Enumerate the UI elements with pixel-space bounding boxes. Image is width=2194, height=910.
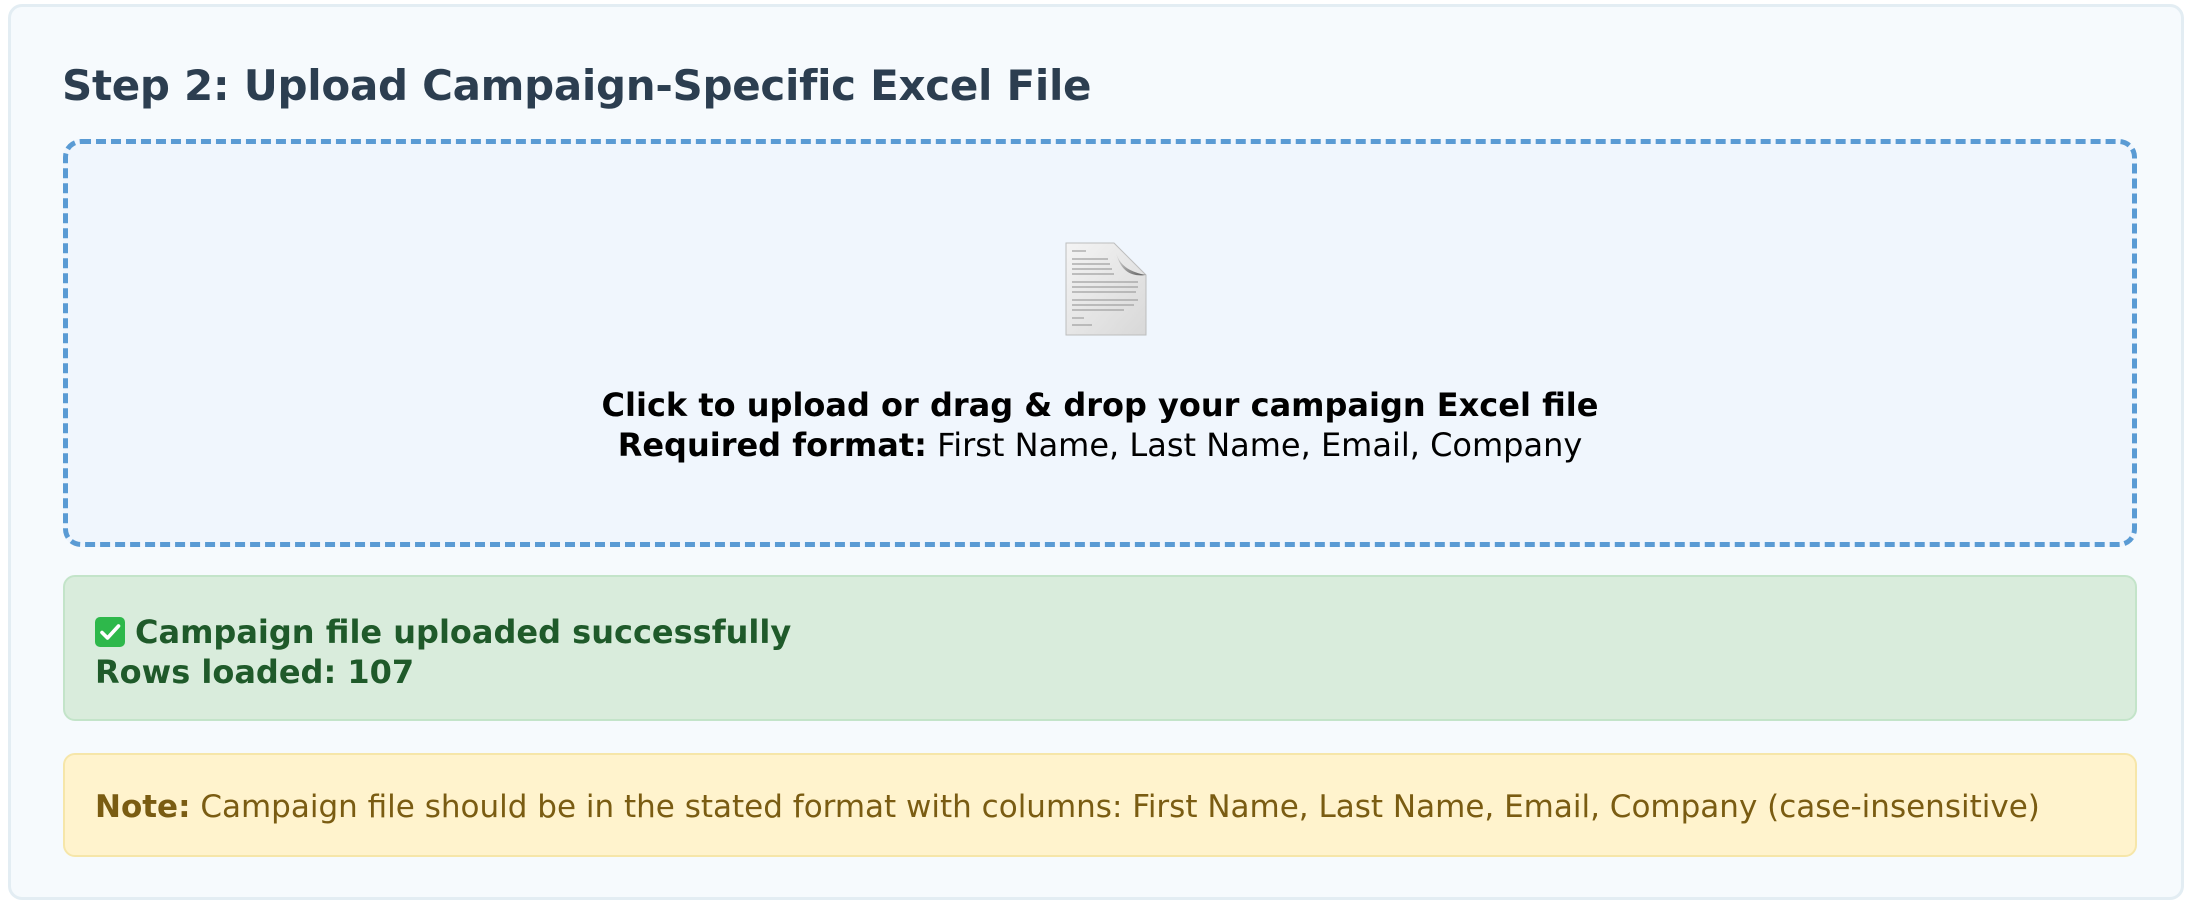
file-dropzone[interactable]: Click to upload or drag & drop your camp… (63, 139, 2137, 547)
success-message: Campaign file uploaded successfully (135, 613, 792, 651)
note-text: Note: Campaign file should be in the sta… (95, 789, 2040, 825)
rows-loaded-count: Rows loaded: 107 (95, 653, 415, 691)
note-label: Note: (95, 789, 191, 825)
dropzone-instruction: Click to upload or drag & drop your camp… (601, 386, 1599, 424)
document-icon (1064, 241, 1148, 337)
step-title: Step 2: Upload Campaign-Specific Excel F… (62, 61, 1092, 110)
success-message-line: Campaign file uploaded successfully (95, 613, 791, 651)
check-mark-icon (95, 617, 125, 647)
note-body: Campaign file should be in the stated fo… (190, 789, 2040, 825)
upload-step-card: Step 2: Upload Campaign-Specific Excel F… (8, 4, 2184, 900)
upload-success-alert: Campaign file uploaded successfully Rows… (63, 575, 2137, 721)
required-format-label: Required format: (617, 426, 927, 464)
format-note: Note: Campaign file should be in the sta… (63, 753, 2137, 857)
required-format-text: Required format: First Name, Last Name, … (68, 426, 2132, 464)
required-format-columns: First Name, Last Name, Email, Company (926, 426, 1583, 464)
